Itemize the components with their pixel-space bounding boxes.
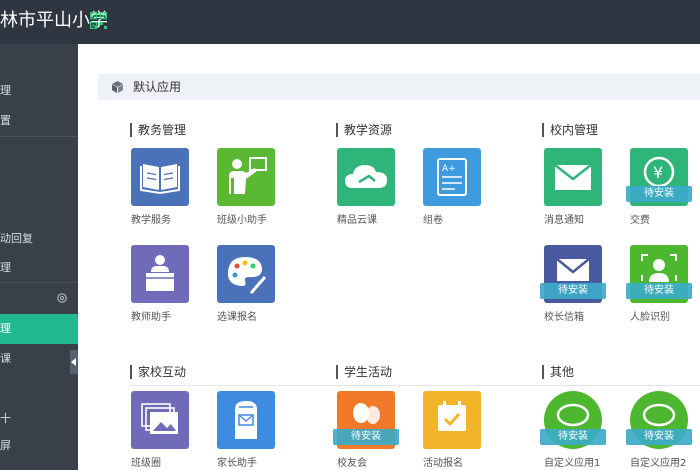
app-label: 精品云课	[337, 215, 377, 226]
app-tile-exam-builder[interactable]: A+ 组卷	[423, 148, 493, 238]
pending-install-badge: 待安装	[626, 186, 692, 202]
app-label: 班级小助手	[217, 215, 267, 226]
app-tile-parent-assistant[interactable]: 家长助手	[217, 391, 287, 470]
app-tile-alumni[interactable]: 待安装 校友会	[333, 391, 407, 470]
app-label: 自定义应用2	[630, 458, 687, 469]
top-bar: 林市平山小学	[0, 0, 700, 44]
app-label: 班级圈	[131, 458, 161, 469]
app-tile-notifications[interactable]: 消息通知	[544, 148, 614, 238]
sidebar-item[interactable]	[0, 169, 78, 199]
app-tile-teacher-assistant[interactable]: 教师助手	[131, 245, 201, 335]
caret-left-icon	[71, 358, 76, 366]
app-label: 活动报名	[423, 458, 463, 469]
sidebar-item-active[interactable]: 理	[0, 314, 78, 344]
sidebar-item[interactable]: 课	[0, 344, 78, 374]
sidebar: 理 置 动回复 理 理 课 十 屏	[0, 44, 78, 470]
app-tile-face-recognition[interactable]: 待安装 人脸识别	[626, 245, 700, 335]
main-panel: 默认应用 教务管理 教学资源 校内管理 家校互动 学生活动 其他 教学服务 班级…	[78, 44, 700, 470]
calendar-check-icon	[438, 401, 466, 431]
svg-text:A+: A+	[442, 164, 456, 174]
sidebar-item[interactable]: 理	[0, 253, 78, 283]
cube-icon	[112, 81, 123, 93]
app-label: 自定义应用1	[544, 458, 601, 469]
app-root: 林市平山小学 理 置 动回复 理 理 课 十 屏 默认应用 教务管理 教学资源 …	[0, 0, 700, 470]
svg-text:¥: ¥	[653, 163, 663, 182]
group-title: 教学资源	[336, 123, 392, 137]
gear-icon[interactable]	[56, 292, 68, 304]
pending-install-badge: 待安装	[333, 429, 399, 445]
group-title: 教务管理	[130, 123, 186, 137]
sidebar-item[interactable]: 十	[0, 404, 78, 434]
qr-code-icon[interactable]	[90, 12, 107, 29]
pending-install-badge: 待安装	[626, 429, 692, 445]
app-tile-class-circle[interactable]: 班级圈	[131, 391, 201, 470]
sidebar-item[interactable]	[0, 196, 78, 226]
sidebar-item[interactable]	[0, 46, 78, 76]
section-header: 默认应用	[98, 74, 700, 100]
podium-icon	[146, 255, 174, 291]
sidebar-item[interactable]	[0, 374, 78, 404]
app-label: 校长信箱	[544, 312, 584, 323]
app-tile-cloud-course[interactable]: 精品云课	[337, 148, 407, 238]
app-label: 组卷	[423, 215, 443, 226]
envelope-icon	[554, 164, 592, 190]
app-label: 选课报名	[217, 312, 257, 323]
app-tile-course-registration[interactable]: 选课报名	[217, 245, 287, 335]
pending-install-badge: 待安装	[540, 429, 606, 445]
app-tile-class-helper[interactable]: 班级小助手	[217, 148, 287, 238]
app-tile-payment[interactable]: ¥ 待安装 交费	[626, 148, 700, 238]
app-label: 家长助手	[217, 458, 257, 469]
app-label: 教学服务	[131, 215, 171, 226]
app-label: 交费	[630, 215, 650, 226]
group-title: 校内管理	[542, 123, 598, 137]
app-label: 校友会	[337, 458, 367, 469]
pending-install-badge: 待安装	[540, 283, 606, 299]
teacher-board-icon	[229, 157, 267, 194]
sidebar-item[interactable]: 理	[0, 76, 78, 106]
sidebar-divider	[0, 136, 78, 137]
exam-paper-icon: A+	[437, 158, 467, 196]
group-title: 其他	[542, 365, 574, 379]
section-title: 默认应用	[133, 80, 182, 94]
app-tile-teaching-service[interactable]: 教学服务	[131, 148, 201, 238]
cloud-icon	[345, 165, 387, 188]
parent-mailbox-icon	[235, 401, 257, 439]
group-title: 家校互动	[130, 365, 186, 379]
pending-install-badge: 待安装	[626, 283, 692, 299]
sidebar-item-auto-reply[interactable]: 动回复	[0, 224, 78, 254]
palette-icon	[227, 257, 267, 294]
app-tile-custom-app-2[interactable]: 待安装 自定义应用2	[626, 391, 700, 470]
photos-icon	[141, 403, 178, 434]
sidebar-divider	[0, 282, 78, 283]
app-label: 教师助手	[131, 312, 171, 323]
sidebar-item[interactable]: 置	[0, 106, 78, 136]
collapse-handle[interactable]	[70, 350, 78, 374]
group-title: 学生活动	[336, 365, 392, 379]
app-tile-activity-signup[interactable]: 活动报名	[423, 391, 493, 470]
app-tile-custom-app-1[interactable]: 待安装 自定义应用1	[540, 391, 614, 470]
app-tile-principal-mailbox[interactable]: 待安装 校长信箱	[540, 245, 614, 335]
book-icon	[140, 164, 180, 195]
sidebar-item[interactable]	[0, 139, 78, 169]
sidebar-item[interactable]: 屏	[0, 431, 78, 461]
app-label: 消息通知	[544, 215, 584, 226]
app-label: 人脸识别	[630, 312, 670, 323]
group-divider	[130, 385, 700, 386]
